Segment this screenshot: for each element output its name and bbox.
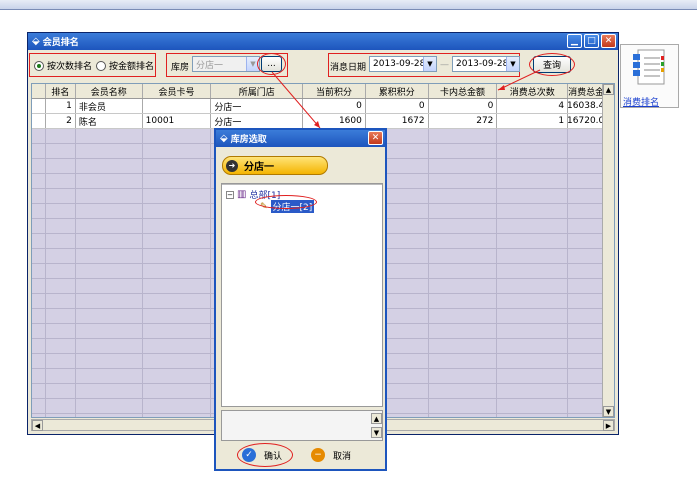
arrow-right-icon: ➜	[226, 159, 238, 172]
selected-store-label: 分店一	[244, 162, 274, 173]
dialog-titlebar: ⬙ 库房选取	[216, 130, 385, 147]
cancel-button[interactable]: − 取消	[311, 448, 351, 462]
dialog-icon: ⬙	[220, 133, 228, 144]
building-icon: ▥	[237, 189, 247, 200]
store-tree: − ▥ 总部[1] ✎ 分店一[2]	[221, 183, 383, 407]
dialog-close-icon[interactable]: ✕	[368, 131, 383, 145]
scroll-up-icon[interactable]: ▲	[371, 413, 382, 424]
dialog-memo-area[interactable]: ▲ ▼	[221, 410, 383, 441]
selected-store-button[interactable]: ➜ 分店一	[222, 156, 328, 175]
store-select-dialog: ⬙ 库房选取 ✕ ➜ 分店一 − ▥ 总部[1] ✎ 分店一[2] ▲ ▼ ✓ …	[214, 128, 387, 471]
tree-top-rule	[222, 184, 382, 185]
consumption-ranking-link[interactable]: 消费排名	[623, 95, 659, 108]
minus-icon: −	[311, 448, 325, 462]
scroll-down-icon[interactable]: ▼	[371, 427, 382, 438]
arrow-head	[498, 85, 505, 90]
arrow-browse-to-dialog	[271, 71, 321, 129]
dialog-title: 库房选取	[230, 135, 267, 145]
collapse-icon[interactable]: −	[226, 190, 234, 199]
tree-child-highlight	[255, 195, 317, 209]
confirm-highlight-circle	[237, 443, 293, 467]
report-icon	[633, 49, 665, 85]
cancel-label: 取消	[333, 451, 352, 462]
